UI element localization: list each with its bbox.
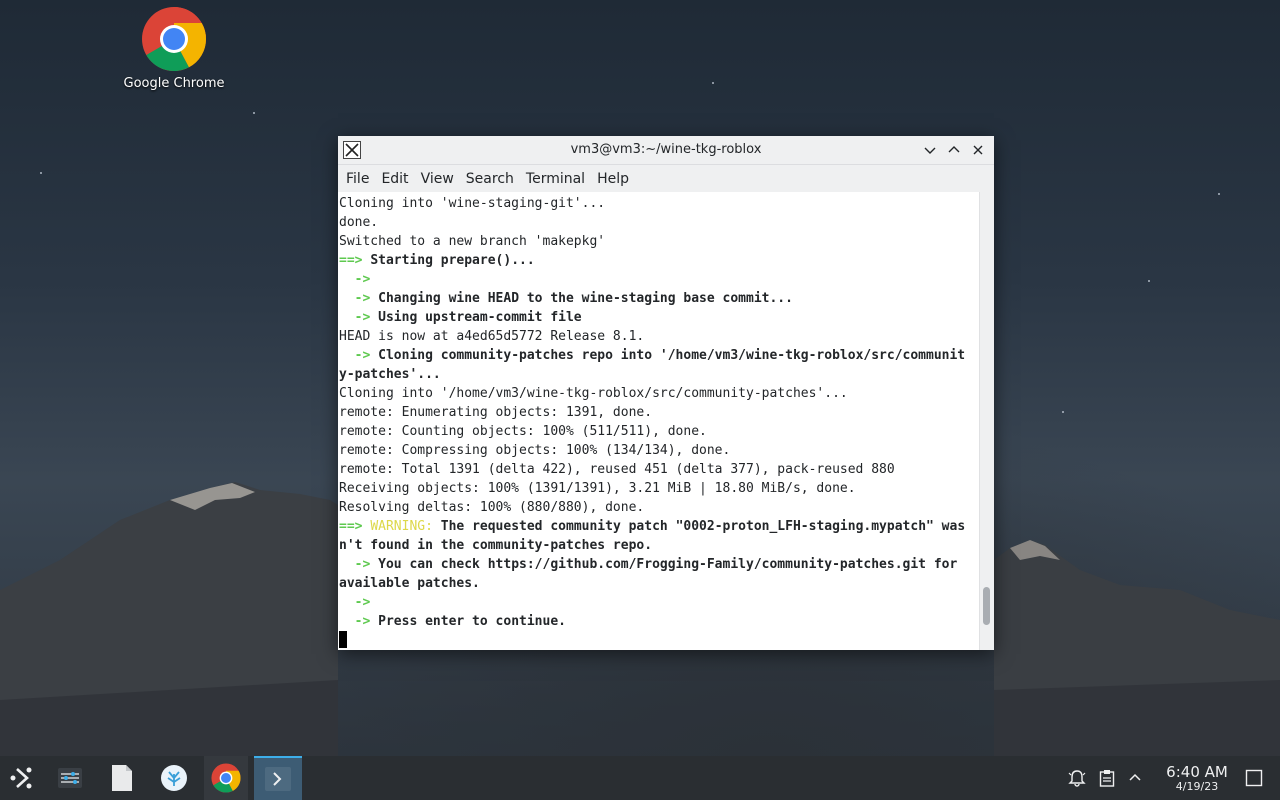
terminal-cursor xyxy=(339,631,347,648)
terminal-line: The requested community patch "0002-prot… xyxy=(440,519,966,534)
system-settings-icon xyxy=(58,768,82,788)
tray-expand-button[interactable] xyxy=(1122,756,1148,800)
taskbar: 6:40 AM 4/19/23 xyxy=(0,756,1280,800)
terminal-line: -> Using upstream-commit file xyxy=(354,310,582,325)
show-desktop-icon xyxy=(1245,769,1263,787)
prompt-arrow: ==> xyxy=(339,519,363,534)
terminal-line: Receiving objects: 100% (1391/1391), 3.2… xyxy=(339,481,856,496)
terminal-line: Starting prepare()... xyxy=(370,253,535,268)
clipboard-icon xyxy=(1099,770,1115,787)
minimize-button[interactable] xyxy=(920,140,940,160)
menu-edit[interactable]: Edit xyxy=(375,171,414,187)
window-title: vm3@vm3:~/wine-tkg-roblox xyxy=(570,142,762,157)
taskbar-google-chrome[interactable] xyxy=(204,756,248,800)
terminal-line: -> Cloning community-patches repo into '… xyxy=(354,348,966,363)
tray-expand-icon xyxy=(1129,773,1141,781)
terminal-output[interactable]: Cloning into 'wine-staging-git'... done.… xyxy=(338,192,980,650)
terminal-line: -> Press enter to continue. xyxy=(354,614,566,629)
desktop-icon-google-chrome[interactable]: Google Chrome xyxy=(118,6,230,91)
chrome-icon xyxy=(141,6,207,72)
taskbar-terminal[interactable] xyxy=(254,756,302,800)
minimize-icon xyxy=(924,147,936,154)
terminal-line: Cloning into 'wine-staging-git'... xyxy=(339,196,606,211)
terminal-scrollbar[interactable] xyxy=(979,192,994,650)
terminal-line: Cloning into '/home/vm3/wine-tkg-roblox/… xyxy=(339,386,848,401)
clock-date: 4/19/23 xyxy=(1175,780,1219,793)
app-launcher-icon xyxy=(10,767,32,789)
terminal-line: remote: Enumerating objects: 1391, done. xyxy=(339,405,653,420)
sub-arrow: -> xyxy=(354,595,371,610)
notifications-icon xyxy=(1068,770,1086,787)
terminal-line: HEAD is now at a4ed65d5772 Release 8.1. xyxy=(339,329,645,344)
taskbar-system-settings[interactable] xyxy=(48,756,92,800)
desktop-icon-label: Google Chrome xyxy=(123,76,225,91)
menu-file[interactable]: File xyxy=(340,171,375,187)
terminal-line: done. xyxy=(339,215,379,230)
terminal-line: Resolving deltas: 100% (880/880), done. xyxy=(339,500,645,515)
file-icon xyxy=(112,765,132,791)
taskbar-file-manager[interactable] xyxy=(100,756,144,800)
menu-terminal[interactable]: Terminal xyxy=(520,171,591,187)
terminal-line: y-patches'... xyxy=(339,367,441,382)
terminal-line: remote: Total 1391 (delta 422), reused 4… xyxy=(339,462,895,477)
maximize-icon xyxy=(948,146,960,153)
menu-help[interactable]: Help xyxy=(591,171,635,187)
terminal-icon xyxy=(265,767,291,791)
digital-clock[interactable]: 6:40 AM 4/19/23 xyxy=(1150,764,1244,794)
terminal-line: remote: Counting objects: 100% (511/511)… xyxy=(339,424,707,439)
clock-time: 6:40 AM xyxy=(1166,763,1228,781)
application-launcher-button[interactable] xyxy=(0,756,44,800)
warning-label: WARNING: xyxy=(370,519,433,534)
close-button[interactable] xyxy=(968,140,988,160)
show-desktop-button[interactable] xyxy=(1242,756,1266,800)
tray-notifications[interactable] xyxy=(1064,756,1090,800)
maximize-button[interactable] xyxy=(944,140,964,160)
terminal-window[interactable]: vm3@vm3:~/wine-tkg-roblox File Edit View… xyxy=(338,136,994,650)
taskbar-discover[interactable] xyxy=(152,756,196,800)
menu-search[interactable]: Search xyxy=(460,171,520,187)
sub-arrow: -> xyxy=(354,272,371,287)
menu-view[interactable]: View xyxy=(415,171,460,187)
terminal-line: remote: Compressing objects: 100% (134/1… xyxy=(339,443,731,458)
scrollbar-thumb[interactable] xyxy=(983,587,990,625)
discover-icon xyxy=(161,765,187,791)
close-icon xyxy=(973,145,983,155)
chrome-icon xyxy=(211,763,241,793)
terminal-line: -> You can check https://github.com/Frog… xyxy=(354,557,958,572)
window-titlebar[interactable]: vm3@vm3:~/wine-tkg-roblox xyxy=(338,136,994,165)
menu-bar: File Edit View Search Terminal Help xyxy=(338,165,994,193)
terminal-line: available patches. xyxy=(339,576,480,591)
terminal-line: -> Changing wine HEAD to the wine-stagin… xyxy=(354,291,793,306)
prompt-arrow: ==> xyxy=(339,253,363,268)
terminal-line: Switched to a new branch 'makepkg' xyxy=(339,234,606,249)
terminal-line: n't found in the community-patches repo. xyxy=(339,538,653,553)
tray-clipboard[interactable] xyxy=(1094,756,1120,800)
